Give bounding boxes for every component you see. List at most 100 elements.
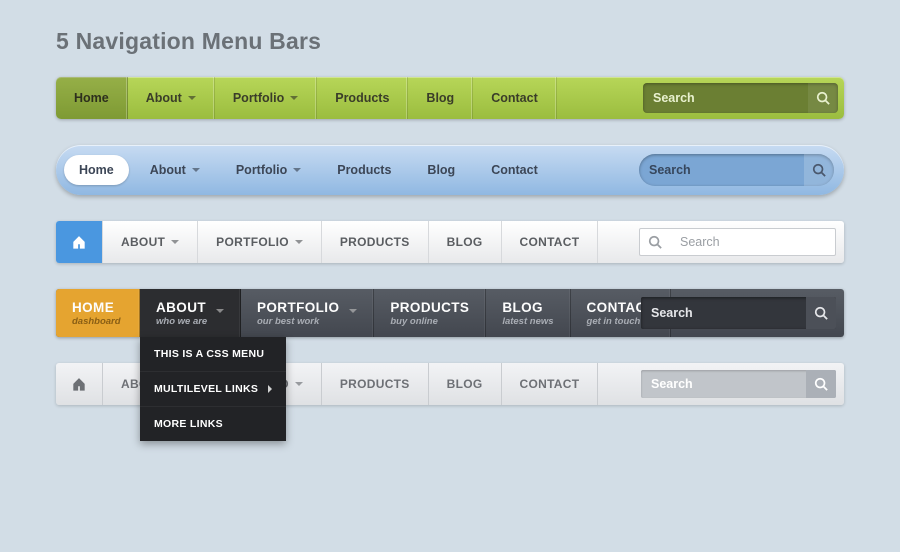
nav-bar-green: Home About Portfolio Products Blog Conta… (56, 77, 844, 119)
nav-bar-dark: HOME dashboard ABOUT who we are PORTFOLI… (56, 289, 844, 337)
search-box (643, 83, 838, 113)
nav-item-label: PORTFOLIO (216, 235, 289, 249)
nav-item-products[interactable]: PRODUCTS buy online (374, 289, 486, 337)
nav-item-products[interactable]: Products (322, 155, 406, 185)
nav-item-label: Contact (491, 91, 538, 105)
nav-item-label: Portfolio (233, 91, 284, 105)
nav-item-contact[interactable]: Contact (476, 155, 553, 185)
nav-item-label: About (150, 163, 186, 177)
nav-item-contact[interactable]: Contact (473, 77, 557, 119)
nav-item-label: PORTFOLIO (257, 300, 339, 315)
nav-item-label: PRODUCTS (390, 300, 469, 315)
search-box (641, 370, 836, 398)
nav-bar-white: ABOUT PORTFOLIO PRODUCTS BLOG CONTACT (56, 221, 844, 263)
chevron-down-icon (349, 309, 357, 313)
nav-item-blog[interactable]: Blog (408, 77, 473, 119)
search-icon (814, 306, 828, 320)
search-box (641, 297, 836, 329)
chevron-right-icon (268, 385, 272, 393)
chevron-down-icon (290, 96, 298, 100)
nav-item-blog[interactable]: BLOG latest news (486, 289, 570, 337)
chevron-down-icon (295, 382, 303, 386)
nav-item-label: ABOUT (121, 235, 165, 249)
search-input[interactable] (641, 370, 806, 398)
nav-item-products[interactable]: PRODUCTS (322, 221, 429, 263)
search-icon (816, 91, 830, 105)
nav-item-home[interactable] (56, 221, 103, 263)
search-input[interactable] (643, 83, 808, 113)
search-button[interactable] (808, 83, 838, 113)
nav-item-subtitle: who we are (156, 316, 207, 327)
search-box (639, 228, 836, 256)
nav-item-label: Blog (427, 163, 455, 177)
nav-bar-blue-pill: Home About Portfolio Products Blog Conta… (56, 145, 844, 195)
nav-item-label: CONTACT (520, 235, 580, 249)
nav-item-home[interactable]: HOME dashboard (56, 289, 140, 337)
chevron-down-icon (192, 168, 200, 172)
nav-item-blog[interactable]: BLOG (429, 221, 502, 263)
nav-item-portfolio[interactable]: Portfolio (215, 77, 317, 119)
nav-item-about[interactable]: ABOUT who we are (140, 289, 241, 337)
home-icon (72, 235, 86, 249)
nav-item-label: Blog (426, 91, 454, 105)
dropdown-item[interactable]: MORE LINKS (140, 407, 286, 441)
search-input[interactable] (670, 229, 835, 255)
nav-item-contact[interactable]: CONTACT (502, 363, 599, 405)
search-input[interactable] (641, 297, 806, 329)
search-button[interactable] (640, 229, 670, 255)
nav-item-label: BLOG (502, 300, 543, 315)
nav-item-products[interactable]: Products (317, 77, 408, 119)
search-icon (812, 163, 826, 177)
search-box (639, 154, 834, 186)
nav-item-blog[interactable]: BLOG (429, 363, 502, 405)
nav-item-home[interactable]: Home (64, 155, 129, 185)
dropdown-item-label: MORE LINKS (154, 418, 223, 430)
nav-item-about[interactable]: About (135, 155, 215, 185)
nav-item-subtitle: our best work (257, 316, 319, 327)
nav-item-subtitle: buy online (390, 316, 438, 327)
nav-item-label: Contact (491, 163, 538, 177)
nav-item-label: BLOG (447, 235, 483, 249)
dropdown-item[interactable]: THIS IS A CSS MENU (140, 337, 286, 372)
dropdown-item[interactable]: MULTILEVEL LINKS (140, 372, 286, 407)
dropdown-menu: THIS IS A CSS MENU MULTILEVEL LINKS MORE… (140, 337, 286, 441)
nav-item-home[interactable]: Home (56, 77, 128, 119)
nav-item-portfolio[interactable]: PORTFOLIO our best work (241, 289, 374, 337)
nav-item-contact[interactable]: CONTACT (502, 221, 599, 263)
dropdown-item-label: MULTILEVEL LINKS (154, 383, 258, 395)
search-button[interactable] (806, 370, 836, 398)
nav-item-label: BLOG (447, 377, 483, 391)
nav-item-label: Products (337, 163, 391, 177)
search-button[interactable] (804, 154, 834, 186)
chevron-down-icon (188, 96, 196, 100)
chevron-down-icon (171, 240, 179, 244)
nav-item-subtitle: get in touch (587, 316, 641, 327)
nav-item-label: ABOUT (156, 300, 206, 315)
chevron-down-icon (293, 168, 301, 172)
nav-item-about[interactable]: ABOUT (103, 221, 198, 263)
nav-item-home[interactable] (56, 363, 103, 405)
nav-item-subtitle: dashboard (72, 316, 121, 327)
nav-item-about[interactable]: About (128, 77, 215, 119)
nav-item-label: Portfolio (236, 163, 287, 177)
nav-item-portfolio[interactable]: Portfolio (221, 155, 316, 185)
dropdown-item-label: THIS IS A CSS MENU (154, 348, 264, 360)
nav-item-portfolio[interactable]: PORTFOLIO (198, 221, 322, 263)
nav-item-label: CONTACT (520, 377, 580, 391)
home-icon (72, 377, 86, 391)
nav-item-label: PRODUCTS (340, 377, 410, 391)
search-icon (648, 235, 662, 249)
nav-item-label: PRODUCTS (340, 235, 410, 249)
nav-item-label: Home (74, 91, 109, 105)
search-button[interactable] (806, 297, 836, 329)
chevron-down-icon (216, 309, 224, 313)
page-title: 5 Navigation Menu Bars (56, 28, 844, 55)
chevron-down-icon (295, 240, 303, 244)
nav-item-subtitle: latest news (502, 316, 553, 327)
search-icon (814, 377, 828, 391)
nav-item-label: About (146, 91, 182, 105)
nav-item-label: HOME (72, 300, 114, 315)
search-input[interactable] (639, 154, 804, 186)
nav-item-blog[interactable]: Blog (412, 155, 470, 185)
nav-item-products[interactable]: PRODUCTS (322, 363, 429, 405)
